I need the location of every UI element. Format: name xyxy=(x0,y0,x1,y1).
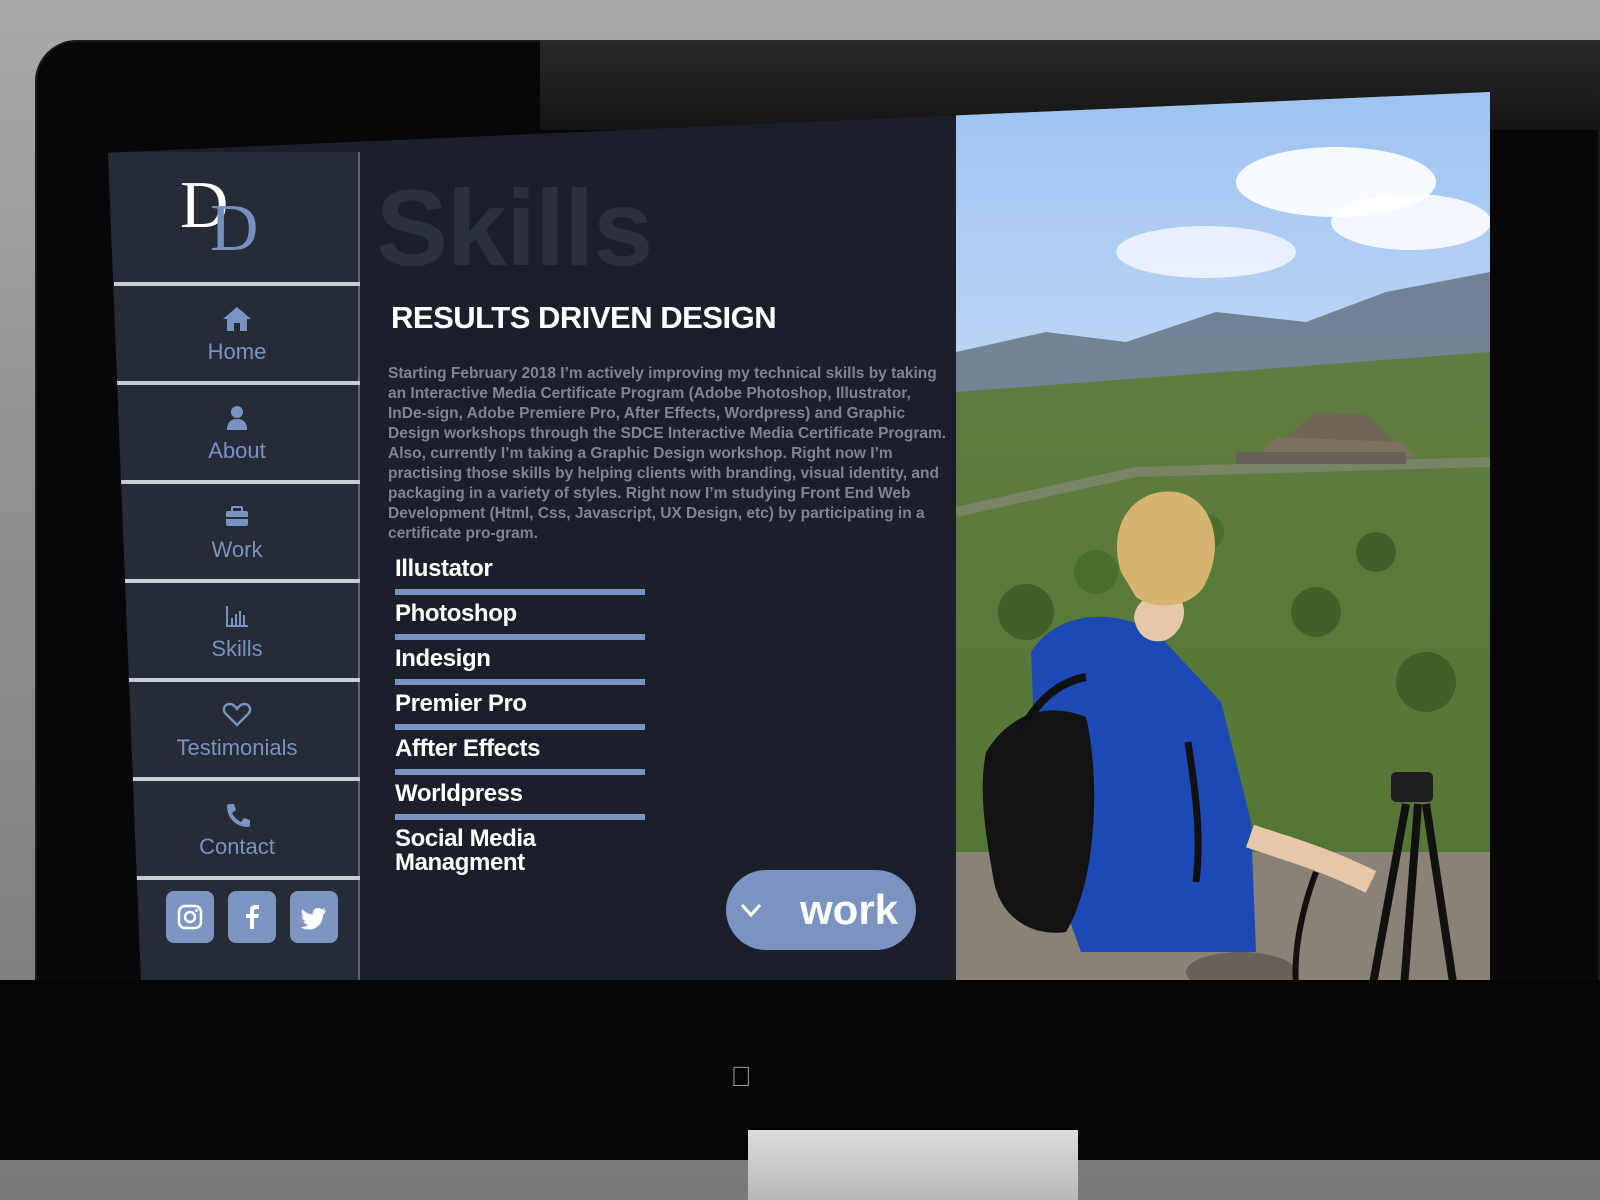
logo[interactable]: D D xyxy=(180,172,275,262)
social-links xyxy=(166,891,338,943)
apple-icon:  xyxy=(728,1062,754,1092)
logo-letter-secondary: D xyxy=(210,191,259,265)
hero-photo xyxy=(956,92,1490,1104)
skill-item-premier-pro: Premier Pro xyxy=(395,687,665,732)
skill-label: Premier Pro xyxy=(395,690,527,717)
sidebar-item-contact[interactable]: Contact xyxy=(114,777,360,880)
skill-label: Worldpress xyxy=(395,780,523,807)
skills-list: Illustator Photoshop Indesign Premier Pr… xyxy=(395,552,665,875)
sidebar-item-home[interactable]: Home xyxy=(114,282,360,381)
instagram-icon xyxy=(177,904,203,930)
sidebar-item-label: About xyxy=(208,437,266,463)
chevron-down-icon xyxy=(740,903,762,918)
website-screen: D D Home About Work Skills Testimonials … xyxy=(108,92,1490,1104)
monitor-scene: D D Home About Work Skills Testimonials … xyxy=(0,0,1600,1200)
skill-label: Social Media Managment xyxy=(395,825,536,876)
user-icon xyxy=(227,405,247,430)
sidebar-item-work[interactable]: Work xyxy=(114,480,360,579)
sidebar-item-label: Testimonials xyxy=(176,734,298,760)
skill-bar xyxy=(395,679,645,685)
section-title-watermark: Skills xyxy=(376,167,653,288)
main-content: Skills RESULTS DRIVEN DESIGN Starting Fe… xyxy=(358,92,970,1104)
sidebar-item-label: Contact xyxy=(199,833,275,859)
sidebar-item-skills[interactable]: Skills xyxy=(114,579,360,678)
skill-item-worldpress: Worldpress xyxy=(395,777,665,822)
work-button-label: work xyxy=(800,886,899,933)
skill-label: Illustator xyxy=(395,555,493,582)
skill-item-social-media: Social Media Managment xyxy=(395,822,665,875)
skill-bar xyxy=(395,769,645,775)
skill-item-after-effects: Affter Effects xyxy=(395,732,665,777)
skill-bar xyxy=(395,634,645,640)
skill-bar xyxy=(395,589,645,595)
hero-photo-illustration xyxy=(956,92,1490,1104)
main-navigation: Home About Work Skills Testimonials Cont… xyxy=(114,282,360,880)
skill-bar xyxy=(395,814,645,820)
skill-item-indesign: Indesign xyxy=(395,642,665,687)
sidebar-item-testimonials[interactable]: Testimonials xyxy=(114,678,360,777)
briefcase-icon xyxy=(226,505,248,526)
skill-label: Photoshop xyxy=(395,600,517,627)
chart-icon xyxy=(226,605,248,627)
facebook-icon xyxy=(246,905,259,929)
facebook-button[interactable] xyxy=(228,891,276,943)
skill-bar xyxy=(395,724,645,730)
instagram-button[interactable] xyxy=(166,891,214,943)
skill-label: Affter Effects xyxy=(395,735,541,762)
work-button[interactable]: work xyxy=(726,870,916,950)
sidebar-item-label: Home xyxy=(207,338,267,364)
skills-description: Starting February 2018 I’m actively impr… xyxy=(388,365,947,542)
heart-icon xyxy=(222,702,252,727)
headline: RESULTS DRIVEN DESIGN xyxy=(391,300,777,335)
skill-item-photoshop: Photoshop xyxy=(395,597,665,642)
monitor-stand xyxy=(748,1130,1078,1200)
sidebar-item-label: Work xyxy=(211,536,263,562)
skill-label: Indesign xyxy=(395,645,491,672)
sidebar: D D Home About Work Skills Testimonials … xyxy=(108,152,360,982)
skill-item-illustrator: Illustator xyxy=(395,552,665,597)
phone-icon xyxy=(227,803,250,827)
sidebar-item-about[interactable]: About xyxy=(114,381,360,480)
sidebar-item-label: Skills xyxy=(211,635,263,661)
twitter-button[interactable] xyxy=(290,891,338,943)
twitter-icon xyxy=(300,908,326,930)
home-icon xyxy=(223,306,251,331)
